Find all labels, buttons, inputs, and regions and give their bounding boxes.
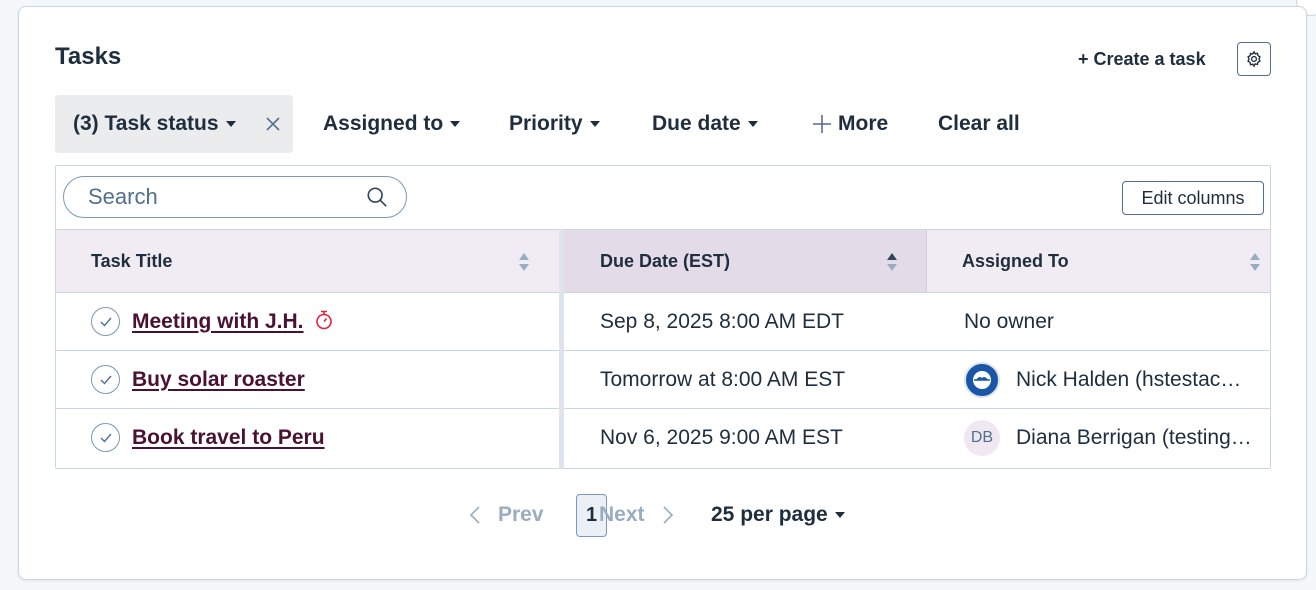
table-body: Meeting with J.H. Sep 8, 2025 8:00 AM ED… <box>56 293 1270 469</box>
check-icon <box>100 433 112 443</box>
task-title-link[interactable]: Book travel to Peru <box>132 426 325 450</box>
complete-task-checkbox[interactable] <box>91 307 120 336</box>
next-page-button[interactable]: Next <box>599 493 674 537</box>
column-header-task-title[interactable]: Task Title <box>56 230 559 292</box>
search-box <box>63 176 407 218</box>
search-input[interactable] <box>88 184 366 210</box>
prev-page-label: Prev <box>498 503 544 526</box>
chevron-down-icon <box>225 121 236 127</box>
owner-name: Nick Halden (hstestac… <box>1016 367 1242 391</box>
column-header-label: Due Date (EST) <box>600 250 731 271</box>
table-row: Book travel to Peru Nov 6, 2025 9:00 AM … <box>56 409 1270 467</box>
chevron-down-icon <box>834 512 845 518</box>
column-header-due-date[interactable]: Due Date (EST) <box>564 230 926 292</box>
per-page-label: 25 per page <box>711 503 828 526</box>
per-page-dropdown[interactable]: 25 per page <box>711 493 845 537</box>
search-icon[interactable] <box>366 186 388 208</box>
due-date-cell: Tomorrow at 8:00 AM EST <box>600 367 846 391</box>
owner-name: No owner <box>964 309 1054 333</box>
due-date-filter-label: Due date <box>652 112 741 135</box>
column-header-assigned-to[interactable]: Assigned To <box>926 230 1270 292</box>
column-resize-handle[interactable] <box>559 229 564 469</box>
sort-icon[interactable] <box>886 250 898 274</box>
gear-icon <box>1247 50 1261 68</box>
plus-icon <box>813 115 831 133</box>
due-date-cell: Sep 8, 2025 8:00 AM EDT <box>600 309 844 333</box>
chevron-down-icon <box>450 121 461 127</box>
sort-icon[interactable] <box>1249 250 1261 274</box>
complete-task-checkbox[interactable] <box>91 423 120 452</box>
logo-avatar <box>964 361 1000 398</box>
due-date-cell: Nov 6, 2025 9:00 AM EST <box>600 425 843 449</box>
clear-task-status-button[interactable] <box>262 112 286 136</box>
clear-all-button[interactable]: Clear all <box>938 95 1020 153</box>
complete-task-checkbox[interactable] <box>91 365 120 394</box>
filter-bar: (3) Task status Assigned to Priority Due… <box>55 95 1255 153</box>
task-title-cell: Book travel to Peru <box>91 409 551 466</box>
chevron-left-icon <box>469 506 480 524</box>
task-title-link[interactable]: Buy solar roaster <box>132 368 305 392</box>
table-header: Task Title Due Date (EST) Assigned To <box>56 229 1270 293</box>
task-title-cell: Buy solar roaster <box>91 351 551 408</box>
priority-filter-label: Priority <box>509 112 583 135</box>
assigned-to-filter[interactable]: Assigned to <box>323 95 461 153</box>
pagination: Prev 1 Next 25 per page <box>469 493 889 537</box>
task-title-link[interactable]: Meeting with J.H. <box>132 310 304 334</box>
table-row: Buy solar roaster Tomorrow at 8:00 AM ES… <box>56 351 1270 409</box>
owner-name: Diana Berrigan (testing… <box>1016 425 1252 449</box>
edit-columns-button[interactable]: Edit columns <box>1122 181 1264 215</box>
task-status-filter[interactable]: (3) Task status <box>55 95 293 153</box>
next-page-label: Next <box>599 503 645 526</box>
assigned-to-cell: DB Diana Berrigan (testing… <box>964 409 1264 466</box>
task-title-cell: Meeting with J.H. <box>91 293 551 350</box>
prev-page-button[interactable]: Prev <box>469 493 544 537</box>
create-task-button[interactable]: + Create a task <box>1078 49 1206 70</box>
tasks-table: Edit columns Task Title Due Date (EST) A… <box>55 165 1271 469</box>
page-title: Tasks <box>55 43 122 70</box>
assigned-to-filter-label: Assigned to <box>323 112 444 135</box>
column-header-label: Assigned To <box>962 250 1069 271</box>
priority-filter[interactable]: Priority <box>509 95 600 153</box>
chevron-down-icon <box>589 121 600 127</box>
table-row: Meeting with J.H. Sep 8, 2025 8:00 AM ED… <box>56 293 1270 351</box>
chevron-down-icon <box>747 121 758 127</box>
assigned-to-cell: Nick Halden (hstestac… <box>964 351 1264 408</box>
settings-button[interactable] <box>1237 42 1271 76</box>
tasks-card: Tasks + Create a task (3) Task status As… <box>18 6 1307 580</box>
timer-icon <box>315 310 332 329</box>
assigned-to-cell: No owner <box>964 293 1264 350</box>
avatar: DB <box>964 419 1000 456</box>
due-date-filter[interactable]: Due date <box>652 95 758 153</box>
check-icon <box>100 317 112 327</box>
sort-icon[interactable] <box>518 250 530 274</box>
close-icon <box>266 117 280 131</box>
more-filters-label: More <box>838 112 889 135</box>
bird-logo-icon <box>973 370 991 389</box>
chevron-right-icon <box>662 506 673 524</box>
check-icon <box>100 375 112 385</box>
task-status-filter-label: (3) Task status <box>73 112 219 135</box>
more-filters-button[interactable]: More <box>812 95 888 153</box>
column-header-label: Task Title <box>91 250 173 271</box>
